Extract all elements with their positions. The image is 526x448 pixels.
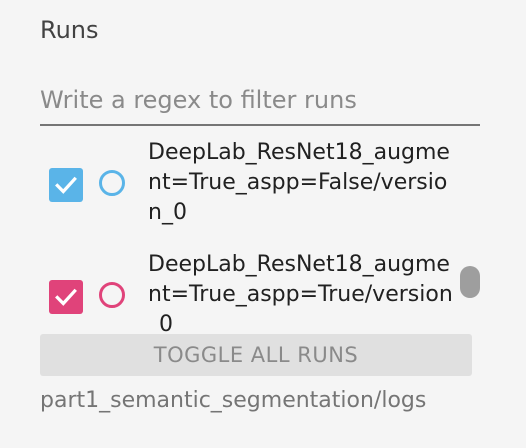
run-label: DeepLab_ResNet18_augment=True_aspp=True/… [148,252,453,332]
run-filter-field[interactable] [40,82,480,126]
toggle-all-runs-button[interactable]: TOGGLE ALL RUNS [40,334,472,376]
run-checkbox[interactable] [49,168,83,202]
run-color-radio[interactable] [99,282,125,308]
run-checkbox[interactable] [49,280,83,314]
check-icon [55,176,77,194]
check-icon [55,288,77,306]
run-item[interactable]: DeepLab_ResNet18_augment=True_aspp=False… [40,136,460,232]
log-directory: part1_semantic_segmentation/logs [40,388,427,413]
runs-title: Runs [40,16,99,44]
run-item[interactable]: DeepLab_ResNet18_augment=True_aspp=True/… [40,248,460,332]
run-filter-input[interactable] [40,82,480,118]
run-color-radio[interactable] [99,170,125,196]
run-label: DeepLab_ResNet18_augment=True_aspp=False… [148,140,450,225]
run-list[interactable]: DeepLab_ResNet18_augment=True_aspp=False… [40,136,480,332]
scrollbar-thumb[interactable] [460,266,480,298]
